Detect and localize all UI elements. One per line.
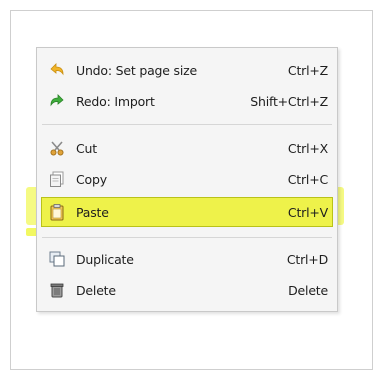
menu-item-undo[interactable]: Undo: Set page size Ctrl+Z (42, 56, 332, 84)
menu-item-shortcut: Delete (288, 282, 328, 298)
menu-item-label: Undo: Set page size (76, 62, 197, 78)
menu-item-copy[interactable]: Copy Ctrl+C (42, 165, 332, 193)
menu-item-cut[interactable]: Cut Ctrl+X (42, 134, 332, 162)
context-menu: Undo: Set page size Ctrl+Z Redo: Import … (36, 47, 338, 312)
clipboard-icon (48, 203, 66, 221)
menu-item-label: Delete (76, 282, 116, 298)
menu-item-redo[interactable]: Redo: Import Shift+Ctrl+Z (42, 87, 332, 115)
menu-item-label: Cut (76, 140, 97, 156)
menu-item-shortcut: Ctrl+C (287, 171, 328, 187)
redo-arrow-icon (48, 92, 66, 110)
menu-item-shortcut: Ctrl+D (286, 251, 328, 267)
duplicate-icon (48, 250, 66, 268)
menu-item-paste[interactable]: Paste Ctrl+V (41, 197, 333, 227)
menu-item-label: Copy (76, 171, 107, 187)
menu-item-delete[interactable]: Delete Delete (42, 276, 332, 304)
copy-icon (48, 170, 66, 188)
menu-item-shortcut: Shift+Ctrl+Z (250, 93, 328, 109)
menu-item-label: Paste (76, 204, 109, 220)
menu-separator (42, 237, 332, 238)
menu-item-label: Redo: Import (76, 93, 155, 109)
undo-arrow-icon (48, 61, 66, 79)
menu-item-duplicate[interactable]: Duplicate Ctrl+D (42, 245, 332, 273)
menu-separator (42, 124, 332, 125)
menu-item-shortcut: Ctrl+V (287, 204, 328, 220)
scissors-icon (48, 139, 66, 157)
trash-icon (48, 281, 66, 299)
menu-item-shortcut: Ctrl+X (287, 140, 328, 156)
menu-item-shortcut: Ctrl+Z (287, 62, 328, 78)
menu-item-label: Duplicate (76, 251, 134, 267)
